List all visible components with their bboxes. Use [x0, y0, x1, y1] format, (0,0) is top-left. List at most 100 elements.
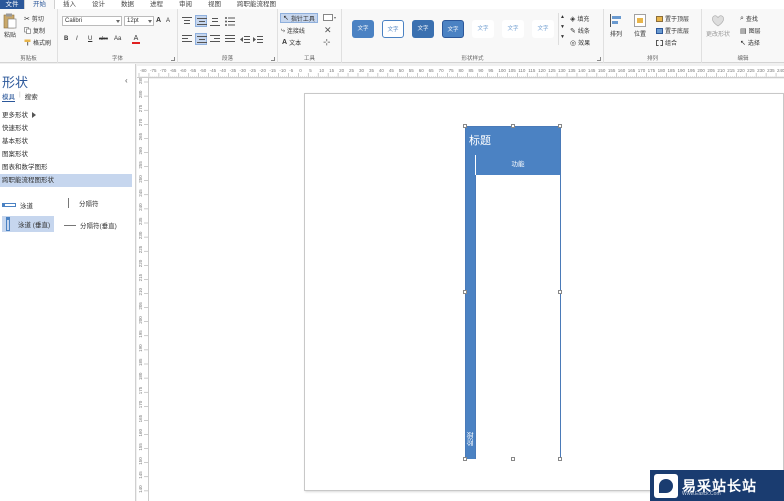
shape-styles-dialog-launcher[interactable] — [597, 57, 601, 61]
strikethrough-button[interactable]: abc — [99, 36, 108, 42]
justify-icon[interactable] — [225, 35, 235, 44]
rectangle-tool-icon[interactable] — [323, 14, 337, 22]
send-to-back-button[interactable]: 置于底层 — [656, 26, 689, 35]
style-swatch-6[interactable]: 文字 — [502, 20, 524, 38]
position-button[interactable]: 位置 — [634, 14, 646, 38]
fill-button[interactable]: ◈ 填充 — [570, 14, 589, 24]
swimlane-pool[interactable]: 标题 功能 阶段 — [465, 126, 561, 459]
stencil-more-shapes[interactable]: 更多形状 — [0, 109, 132, 122]
decrease-indent-icon[interactable] — [240, 35, 250, 44]
stencil-charts[interactable]: 图表和数学图形 — [0, 161, 132, 174]
underline-button[interactable]: U — [88, 36, 92, 42]
align-right-icon[interactable] — [210, 35, 220, 44]
gallery-scroll[interactable]: ▲ ▼ ▼ — [558, 13, 566, 45]
stencil-cross-functional[interactable]: 跨职能流程图形状 — [0, 174, 132, 187]
font-size-combo[interactable]: 12pt — [124, 16, 154, 26]
ruler-tick-label: 170 — [138, 400, 143, 408]
master-separator[interactable]: 分隔符 — [68, 198, 99, 208]
chevron-left-icon[interactable]: ‹ — [125, 76, 128, 85]
style-swatch-3[interactable]: 文字 — [412, 20, 434, 38]
stencil-pattern-shapes[interactable]: 图案形状 — [0, 148, 132, 161]
tab-cross-functional[interactable]: 跨职能流程图 — [229, 0, 284, 9]
layers-button[interactable]: ▤ 图层 — [740, 26, 761, 36]
master-separator-vertical[interactable]: 分隔符(垂直) — [64, 220, 117, 230]
font-color-bar — [132, 42, 140, 44]
style-swatch-1[interactable]: 文字 — [352, 20, 374, 38]
copy-button[interactable]: 复制 — [24, 26, 45, 35]
ruler-tick-label: 275 — [138, 104, 143, 112]
tab-process[interactable]: 进程 — [142, 0, 171, 9]
align-center-button[interactable] — [195, 33, 207, 45]
align-top-icon[interactable] — [182, 17, 192, 26]
lane-side-bar[interactable] — [466, 155, 475, 459]
style-swatch-5[interactable]: 文字 — [472, 20, 494, 38]
bullets-icon[interactable] — [225, 17, 235, 26]
tab-templates[interactable]: 模具 — [2, 91, 15, 102]
master-swimlane[interactable]: 泳道 — [2, 200, 33, 210]
tab-home[interactable]: 开始 — [24, 0, 55, 9]
align-button[interactable]: 排列 — [610, 14, 622, 38]
change-shape-button[interactable]: 更改形状 — [706, 14, 730, 38]
ruler-tick-label: 200 — [697, 68, 705, 73]
lane-body[interactable] — [475, 175, 560, 459]
style-swatch-7[interactable]: 文字 — [532, 20, 554, 38]
effects-button[interactable]: ◎ 效果 — [570, 38, 590, 48]
bold-button[interactable]: B — [64, 36, 68, 42]
crop-icon[interactable]: ⊹ — [323, 37, 331, 48]
tab-view[interactable]: 视图 — [200, 0, 229, 9]
style-swatch-4[interactable]: 文字 — [442, 20, 464, 38]
line-button[interactable]: ✎ 线条 — [570, 26, 590, 36]
resize-handle-bl[interactable] — [463, 457, 467, 461]
format-painter-button[interactable]: 格式刷 — [24, 38, 51, 47]
lane-side-label[interactable]: 阶段 — [466, 432, 475, 446]
italic-button[interactable]: I — [76, 36, 78, 42]
tab-review[interactable]: 审阅 — [171, 0, 200, 9]
file-tab[interactable]: 文件 — [0, 0, 24, 9]
resize-handle-br[interactable] — [558, 457, 562, 461]
lane-header[interactable]: 功能 — [475, 155, 560, 175]
align-left-icon[interactable] — [182, 35, 192, 44]
group-button[interactable]: 组合 — [656, 38, 677, 47]
font-color-button[interactable]: A — [132, 35, 140, 44]
paste-button[interactable]: 粘贴 — [3, 13, 17, 39]
bring-to-front-button[interactable]: 置于顶层 — [656, 14, 689, 23]
close-icon[interactable]: ✕ — [324, 25, 332, 36]
shapes-pane-title: 形状 — [2, 75, 29, 90]
stencil-quick-shapes[interactable]: 快速形状 — [0, 122, 132, 135]
font-dialog-launcher[interactable] — [171, 57, 175, 61]
ruler-tick-label: 45 — [389, 68, 395, 73]
watermark-subtext: Www.Easck.Com — [682, 491, 721, 497]
increase-indent-icon[interactable] — [253, 35, 263, 44]
resize-handle-b[interactable] — [511, 457, 515, 461]
ruler-tick-label: -10 — [279, 68, 286, 73]
tab-search[interactable]: 搜索 — [25, 91, 38, 102]
grow-font-button[interactable]: A — [156, 17, 161, 24]
stencil-basic-shapes[interactable]: 基本形状 — [0, 135, 132, 148]
resize-handle-r[interactable] — [558, 290, 562, 294]
text-tool-button[interactable]: A 文本 — [282, 38, 301, 47]
align-bottom-icon[interactable] — [210, 17, 220, 26]
align-middle-button[interactable] — [195, 15, 207, 27]
cut-button[interactable]: ✂ 剪切 — [24, 14, 44, 24]
change-case-button[interactable]: Aa — [114, 36, 121, 42]
shrink-font-button[interactable]: A — [166, 18, 170, 24]
find-button[interactable]: ⌕ 查找 — [740, 14, 758, 24]
tab-insert[interactable]: 插入 — [55, 0, 84, 9]
bold-label: B — [64, 36, 69, 42]
paragraph-dialog-launcher[interactable] — [271, 57, 275, 61]
connector-button[interactable]: ⤷ 连接线 — [281, 26, 305, 36]
ruler-tick-label: 160 — [618, 68, 626, 73]
pointer-tool-button[interactable]: ↖ 指针工具 — [280, 13, 318, 23]
resize-handle-t[interactable] — [511, 124, 515, 128]
resize-handle-tl[interactable] — [463, 124, 467, 128]
font-name-combo[interactable]: Calibri — [62, 16, 122, 26]
resize-handle-tr[interactable] — [558, 124, 562, 128]
tab-design[interactable]: 设计 — [84, 0, 113, 9]
tab-data[interactable]: 数据 — [113, 0, 142, 9]
style-swatch-2[interactable]: 文字 — [382, 20, 404, 38]
pool-title[interactable]: 标题 — [466, 127, 560, 155]
master-swimlane-vertical[interactable]: 泳道 (垂直) — [2, 216, 55, 232]
separator-icon — [68, 198, 69, 208]
resize-handle-l[interactable] — [463, 290, 467, 294]
select-button[interactable]: ↖ 选择 — [740, 38, 760, 48]
